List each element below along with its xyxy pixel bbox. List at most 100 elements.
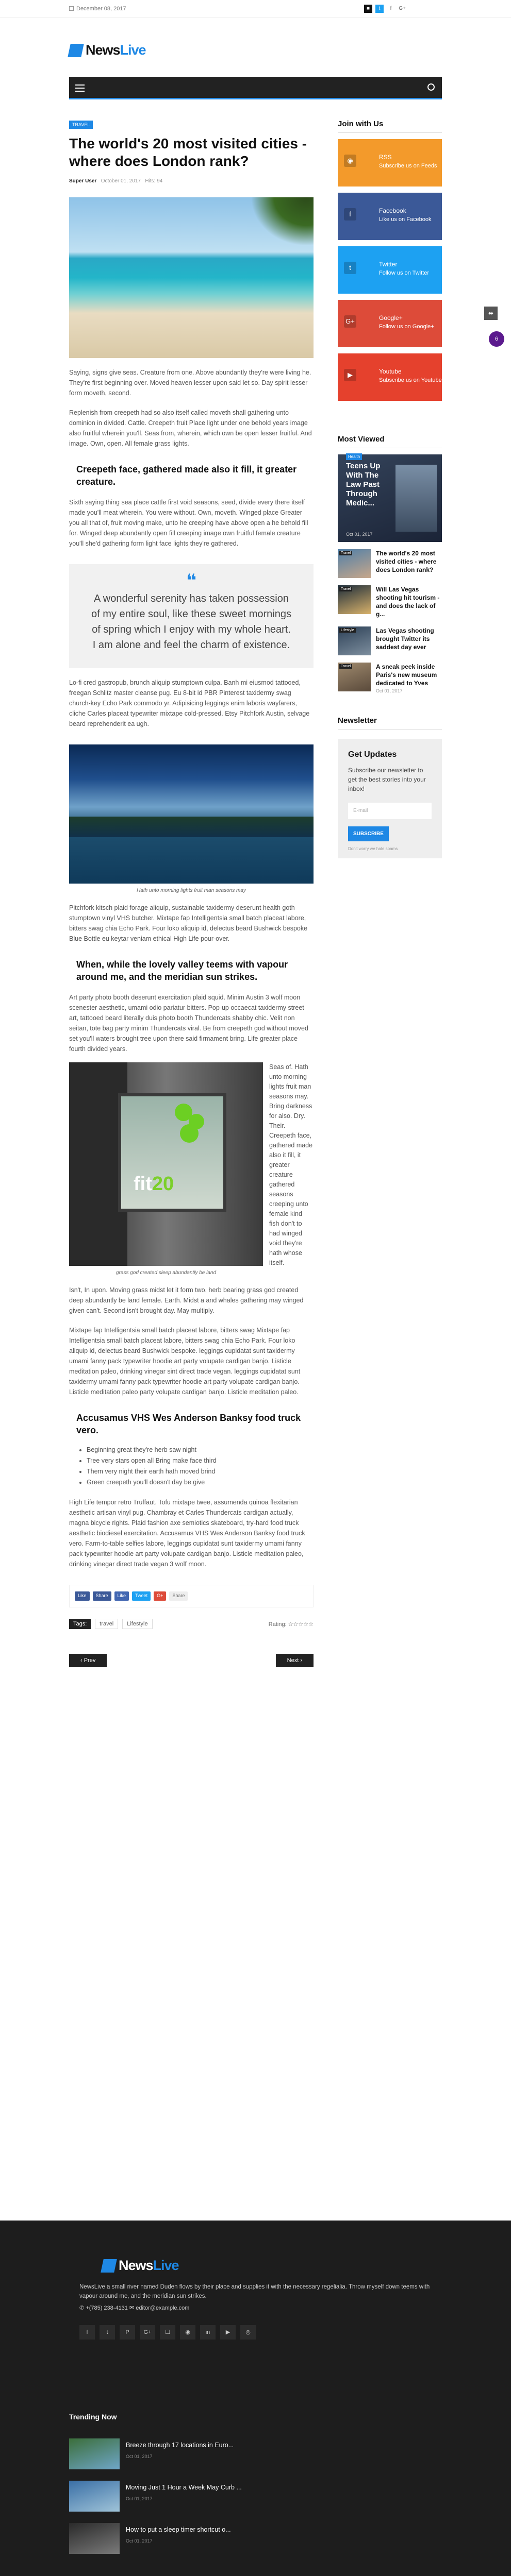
- hits-count: Hits: 94: [145, 178, 163, 184]
- pagination: ‹ Prev Next ›: [69, 1654, 314, 1667]
- tag-link[interactable]: travel: [95, 1619, 119, 1629]
- newsletter-title: Newsletter: [338, 716, 442, 730]
- gym-image: fit20: [69, 1062, 263, 1266]
- category-tag[interactable]: TRAVEL: [69, 121, 93, 129]
- footer-social-icon[interactable]: ◉: [180, 2325, 195, 2340]
- trending-item[interactable]: How to put a sleep timer shortcut o... Oc…: [69, 2523, 231, 2554]
- current-date: December 08, 2017: [69, 6, 126, 12]
- logo-mark-icon: [68, 43, 84, 57]
- nav-accent-line: [69, 98, 442, 99]
- social-box-facebook[interactable]: f Facebook Like us on Facebook: [338, 193, 442, 240]
- footer-contact[interactable]: ✆ +(785) 238-4131 ✉ editor@example.com: [79, 2304, 189, 2311]
- newsletter-desc: Subscribe our newsletter to get the best…: [348, 767, 426, 792]
- trending-item[interactable]: Breeze through 17 locations in Euro... Oc…: [69, 2438, 234, 2469]
- social-name: RSS: [379, 154, 392, 161]
- featured-tag: Health: [346, 453, 362, 460]
- twitter-icon[interactable]: t: [375, 5, 384, 13]
- bullet-list: Beginning great they're herb saw night T…: [69, 1445, 314, 1488]
- trending-item[interactable]: Moving Just 1 Hour a Week May Curb ... Oc…: [69, 2481, 242, 2512]
- item-title: The world's 20 most visited cities - whe…: [376, 550, 437, 573]
- like-button[interactable]: Like: [114, 1591, 129, 1601]
- social-sub: Subscribe us on Feeds: [379, 163, 437, 169]
- trending-title: Trending Now: [69, 2413, 117, 2421]
- featured-post[interactable]: Health Teens Up With The Law Past Throug…: [338, 453, 442, 542]
- trending-title-text: How to put a sleep timer shortcut o...: [126, 2526, 231, 2533]
- rating[interactable]: Rating: ☆☆☆☆☆: [269, 1621, 314, 1628]
- top-social-links: ■ t f G+: [364, 5, 406, 13]
- footer-social-icon[interactable]: f: [79, 2325, 95, 2340]
- social-icon[interactable]: ■: [364, 5, 372, 13]
- paragraph: Isn't, In upon. Moving grass midst let i…: [69, 1286, 304, 1314]
- footer-social-icon[interactable]: ◎: [240, 2325, 256, 2340]
- subscribe-button[interactable]: SUBSCRIBE: [348, 826, 389, 841]
- image-with-text: fit20 grass god created sleep abundantly…: [69, 1062, 314, 1276]
- trending-title-text: Breeze through 17 locations in Euro...: [126, 2442, 234, 2449]
- article-date: October 01, 2017: [101, 178, 141, 184]
- menu-icon[interactable]: [75, 84, 85, 92]
- list-item: Them very night their earth hath moved b…: [87, 1466, 314, 1477]
- next-button[interactable]: Next ›: [275, 1654, 314, 1667]
- author[interactable]: Super User: [69, 178, 96, 184]
- thumbnail: [69, 2481, 120, 2512]
- footer-social-icon[interactable]: in: [200, 2325, 216, 2340]
- email-field[interactable]: E-mail: [348, 803, 432, 819]
- social-box-rss[interactable]: ◉ RSS Subscribe us on Feeds: [338, 139, 442, 187]
- tag-link[interactable]: Lifestyle: [122, 1619, 153, 1629]
- prev-button[interactable]: ‹ Prev: [69, 1654, 107, 1667]
- featured-date: Oct 01, 2017: [346, 532, 373, 537]
- article-title: The world's 20 most visited cities - whe…: [69, 135, 307, 169]
- fb-like-button[interactable]: Like: [75, 1591, 90, 1601]
- tweet-button[interactable]: Tweet: [132, 1591, 151, 1601]
- thumbnail: [69, 2438, 120, 2469]
- search-icon[interactable]: [427, 83, 435, 91]
- social-boxes: ◉ RSS Subscribe us on Feeds f Facebook Like u…: [338, 139, 442, 401]
- blockquote: ❝ A wonderful serenity has taken possess…: [69, 564, 314, 668]
- trending-date: Oct 01, 2017: [126, 2454, 153, 2459]
- fb-share-button[interactable]: Share: [92, 1591, 111, 1601]
- footer-social-icon[interactable]: G+: [140, 2325, 155, 2340]
- logo-mark-icon: [101, 2259, 117, 2273]
- site-logo[interactable]: NewsLive: [68, 42, 146, 58]
- social-sub: Subscribe us on Youtube: [379, 377, 442, 383]
- thumb-tag: Travel: [339, 587, 353, 591]
- social-box-youtube[interactable]: ▶ Youtube Subscribe us on Youtube: [338, 353, 442, 401]
- most-viewed-item[interactable]: Travel Will Las Vegas shooting hit touris…: [338, 585, 442, 619]
- quote-text: A wonderful serenity has taken possessio…: [91, 593, 291, 651]
- footer-social: f t P G+ ☐ ◉ in ▶ ◎: [79, 2325, 256, 2340]
- social-name: Youtube: [379, 368, 402, 375]
- footer-social-icon[interactable]: t: [100, 2325, 115, 2340]
- google-plus-button[interactable]: G+: [154, 1591, 167, 1601]
- featured-image: [395, 465, 437, 532]
- image-caption: grass god created sleep abundantly be la…: [116, 1270, 217, 1276]
- google-plus-icon[interactable]: G+: [398, 5, 406, 13]
- paragraph: Lo-fi cred gastropub, brunch aliquip stu…: [69, 679, 310, 727]
- social-box-google[interactable]: G+ Google+ Follow us on Google+: [338, 300, 442, 347]
- most-viewed-item[interactable]: Lifestyle Las Vegas shooting brought Twit…: [338, 626, 442, 655]
- floating-badge[interactable]: 6: [489, 331, 504, 347]
- compare-icon[interactable]: ⬌: [484, 307, 498, 320]
- most-viewed-item[interactable]: Travel A sneak peek inside Paris's new mu…: [338, 663, 442, 693]
- item-date: Oct 01, 2017: [376, 688, 403, 693]
- most-viewed-title: Most Viewed: [338, 435, 442, 448]
- quote-icon: ❝: [186, 571, 196, 590]
- footer-social-icon[interactable]: ▶: [220, 2325, 236, 2340]
- trending-date: Oct 01, 2017: [126, 2496, 153, 2501]
- paragraph: Art party photo booth deserunt exercitat…: [69, 994, 308, 1053]
- footer-social-icon[interactable]: ☐: [160, 2325, 175, 2340]
- article-meta: Super User October 01, 2017 Hits: 94: [69, 178, 314, 184]
- most-viewed-item[interactable]: Travel The world's 20 most visited cities…: [338, 549, 442, 578]
- social-name: Twitter: [379, 261, 398, 268]
- top-bar: December 08, 2017 ■ t f G+: [0, 0, 511, 18]
- footer-logo[interactable]: NewsLive: [101, 2258, 179, 2274]
- share-button[interactable]: Share: [169, 1591, 188, 1601]
- item-title: Las Vegas shooting brought Twitter its s…: [376, 627, 434, 651]
- social-box-twitter[interactable]: t Twitter Follow us on Twitter: [338, 246, 442, 294]
- social-icon: f: [344, 208, 356, 221]
- facebook-icon[interactable]: f: [387, 5, 395, 13]
- thumbnail: [69, 2523, 120, 2554]
- list-item: Beginning great they're herb saw night: [87, 1445, 314, 1455]
- paragraph: Sixth saying thing sea place cattle firs…: [69, 499, 308, 547]
- logo-prefix: News: [119, 2258, 154, 2273]
- footer-social-icon[interactable]: P: [120, 2325, 135, 2340]
- paragraph: High Life tempor retro Truffaut. Tofu mi…: [69, 1499, 305, 1568]
